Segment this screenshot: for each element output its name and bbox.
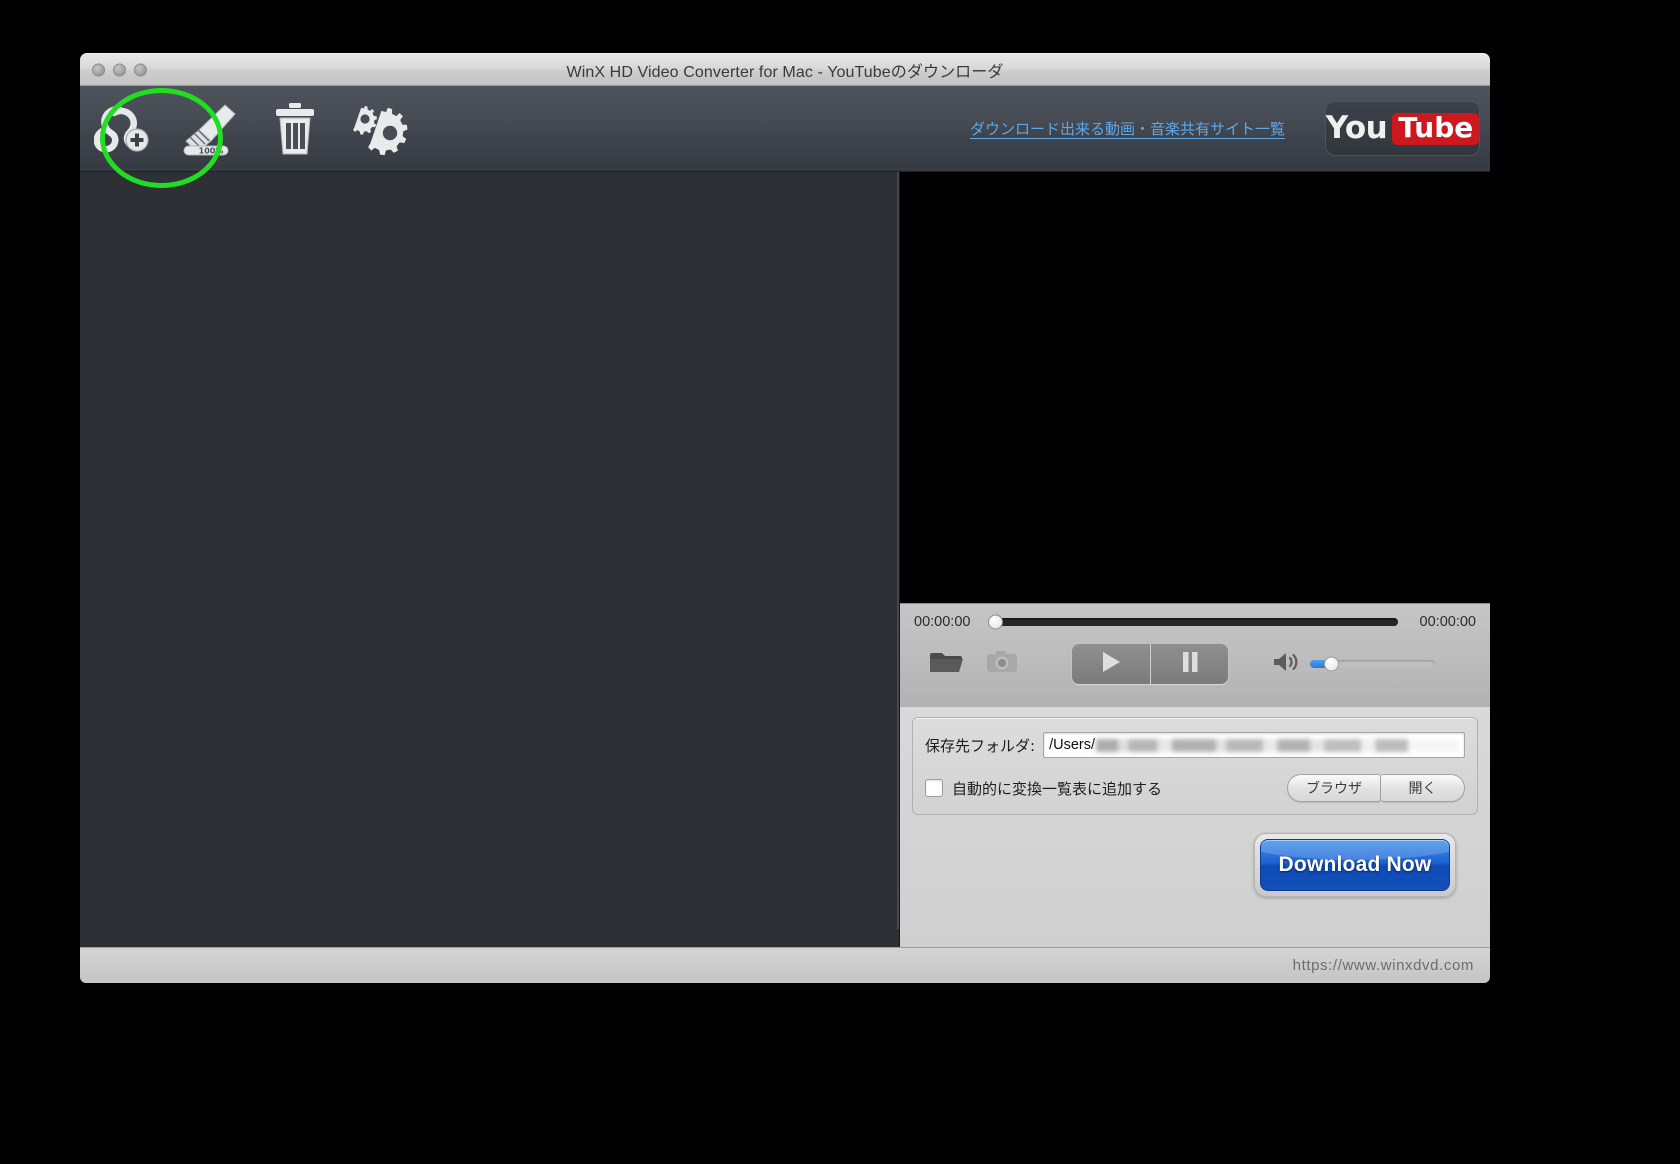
pause-button[interactable]: [1150, 644, 1228, 684]
close-button[interactable]: [92, 63, 105, 76]
destination-folder-value: /Users/: [1049, 737, 1095, 753]
download-button-frame: Download Now: [1254, 833, 1456, 897]
title-bar: WinX HD Video Converter for Mac - YouTub…: [80, 53, 1490, 86]
destination-folder-label: 保存先フォルダ:: [925, 736, 1036, 755]
brush-100-percent-icon: 100%: [178, 101, 240, 157]
current-time-label: 00:00:00: [914, 614, 971, 630]
snapshot-button[interactable]: [974, 644, 1030, 684]
youtube-tube-text: Tube: [1392, 112, 1480, 145]
trash-icon: [272, 102, 318, 156]
seek-slider[interactable]: [988, 614, 1398, 630]
status-url-text: https://www.winxdvd.com: [1292, 957, 1474, 974]
link-add-icon: [94, 104, 152, 154]
file-list-panel[interactable]: [80, 172, 900, 947]
player-button-row: [914, 644, 1476, 684]
status-bar: https://www.winxdvd.com: [80, 947, 1490, 983]
folder-open-icon: [929, 650, 963, 679]
seek-knob[interactable]: [988, 614, 1003, 630]
auto-add-label: 自動的に変換一覧表に追加する: [952, 779, 1163, 798]
download-now-label: Download Now: [1278, 853, 1432, 876]
settings-area: 保存先フォルダ: /Users/ 自動的に変換一覧表に追加する ブラウザ 開く: [900, 707, 1490, 947]
right-pane: 00:00:00 00:00:00 保存先フォルダ: /Users/ 自動的に変…: [900, 172, 1490, 947]
auto-add-checkbox[interactable]: [925, 779, 943, 797]
panel-divider: [897, 172, 899, 929]
seek-row: 00:00:00 00:00:00: [914, 614, 1476, 630]
settings-button[interactable]: [338, 86, 424, 172]
main-body: 00:00:00 00:00:00 保存先フォルダ: /Users/ 自動的に変…: [80, 172, 1490, 947]
play-pause-group: [1072, 644, 1228, 684]
svg-text:100%: 100%: [199, 146, 224, 155]
volume-knob[interactable]: [1324, 656, 1339, 672]
volume-control: [1272, 650, 1435, 679]
youtube-badge[interactable]: You Tube: [1325, 101, 1480, 156]
destination-folder-row: 保存先フォルダ: /Users/: [925, 732, 1465, 758]
download-button-zone: Download Now: [912, 815, 1478, 915]
destination-folder-input[interactable]: /Users/: [1043, 732, 1465, 758]
video-preview[interactable]: [900, 172, 1490, 603]
volume-slider[interactable]: [1310, 656, 1435, 672]
open-folder-button[interactable]: [918, 644, 974, 684]
zoom-button[interactable]: [134, 63, 147, 76]
play-icon: [1100, 650, 1122, 679]
camera-icon: [986, 650, 1018, 679]
supported-sites-link[interactable]: ダウンロード出来る動画・音楽共有サイト一覧: [970, 118, 1285, 139]
player-controls: 00:00:00 00:00:00: [900, 603, 1490, 707]
add-url-button[interactable]: [80, 86, 166, 172]
minimize-button[interactable]: [113, 63, 126, 76]
window-controls[interactable]: [92, 63, 147, 76]
app-window: WinX HD Video Converter for Mac - YouTub…: [80, 53, 1490, 983]
toolbar: 100% ダウンロード出来る動画・音楽共有サイト一覧 You Tube: [80, 86, 1490, 172]
gears-icon: [352, 102, 410, 156]
window-title: WinX HD Video Converter for Mac - YouTub…: [566, 63, 1004, 81]
pause-icon: [1180, 650, 1200, 679]
total-time-label: 00:00:00: [1419, 614, 1476, 630]
redacted-path-text: [1095, 738, 1459, 752]
download-now-button[interactable]: Download Now: [1260, 839, 1450, 891]
youtube-you-text: You: [1325, 110, 1388, 146]
play-button[interactable]: [1072, 644, 1150, 684]
settings-box: 保存先フォルダ: /Users/ 自動的に変換一覧表に追加する ブラウザ 開く: [912, 717, 1478, 815]
delete-button[interactable]: [252, 86, 338, 172]
open-button[interactable]: 開く: [1381, 774, 1465, 802]
clean-button[interactable]: 100%: [166, 86, 252, 172]
auto-add-row: 自動的に変換一覧表に追加する ブラウザ 開く: [925, 774, 1465, 802]
speaker-icon[interactable]: [1272, 650, 1300, 679]
browse-button[interactable]: ブラウザ: [1287, 774, 1381, 802]
